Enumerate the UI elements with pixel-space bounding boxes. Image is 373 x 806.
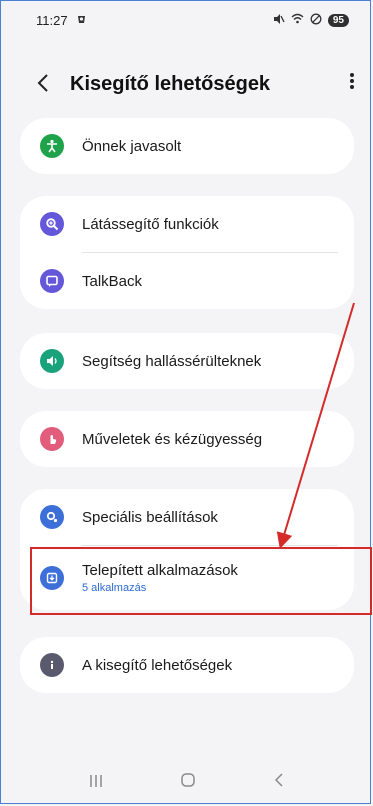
navigation-bar — [0, 758, 373, 806]
annotation-arrow — [276, 302, 355, 549]
home-icon[interactable] — [180, 771, 196, 794]
recent-apps-icon[interactable] — [88, 771, 104, 794]
back-nav-icon[interactable] — [273, 771, 285, 794]
